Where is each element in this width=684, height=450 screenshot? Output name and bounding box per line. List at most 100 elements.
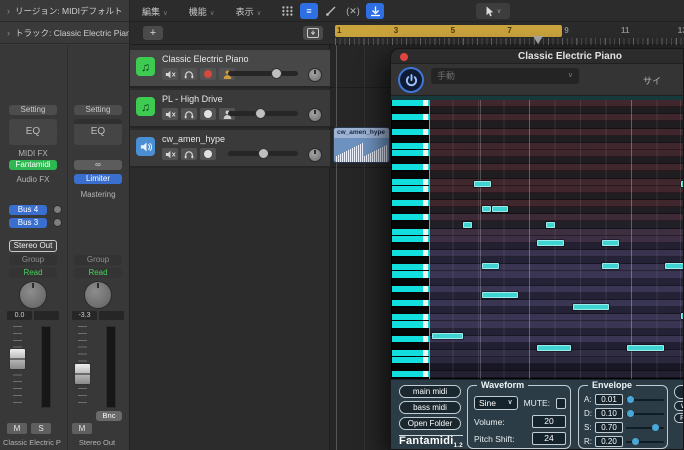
- white-key[interactable]: [392, 114, 429, 121]
- track-header-3[interactable]: cw_amen_hype: [130, 130, 330, 168]
- midi-note[interactable]: [482, 206, 491, 212]
- param-slider[interactable]: [626, 413, 664, 415]
- send-knob[interactable]: [53, 218, 62, 227]
- param-value[interactable]: 0.70: [595, 422, 623, 433]
- midi-note[interactable]: [681, 181, 683, 187]
- white-key[interactable]: [392, 357, 429, 364]
- midi-note[interactable]: [482, 263, 499, 269]
- volume-fader[interactable]: [74, 326, 122, 408]
- midi-in-icon[interactable]: [366, 3, 384, 19]
- output-slot[interactable]: Stereo Out: [9, 240, 57, 252]
- state-dot[interactable]: [200, 148, 216, 160]
- midi-note[interactable]: [573, 304, 609, 310]
- send-bus4[interactable]: Bus 4: [9, 205, 47, 215]
- automation-mode[interactable]: Read: [74, 268, 122, 278]
- mute-button[interactable]: M: [7, 423, 27, 434]
- close-icon[interactable]: [400, 53, 408, 61]
- white-key[interactable]: [392, 336, 429, 343]
- white-key[interactable]: [392, 150, 429, 157]
- instrument-slot[interactable]: Fantamidi: [9, 160, 57, 170]
- midi-note[interactable]: [474, 181, 491, 187]
- param-value[interactable]: 0.10: [595, 408, 623, 419]
- preset-selector[interactable]: 手動 ∨: [431, 68, 579, 84]
- eq-slot[interactable]: EQ: [74, 119, 122, 145]
- volume-slider[interactable]: [228, 151, 298, 156]
- midi-note[interactable]: [627, 345, 664, 351]
- track-inspector-row[interactable]: › トラック: Classic Electric Piano: [0, 22, 129, 44]
- side-button-3[interactable]: Ra: [674, 413, 684, 423]
- audio-region-clip[interactable]: cw_amen_hype: [333, 127, 390, 163]
- midi-note[interactable]: [537, 240, 564, 246]
- solo-button[interactable]: [181, 148, 197, 160]
- midi-note[interactable]: [602, 263, 619, 269]
- white-key[interactable]: [392, 236, 429, 243]
- black-key[interactable]: [392, 136, 429, 143]
- white-key[interactable]: [392, 143, 429, 150]
- note-grid[interactable]: [429, 100, 683, 379]
- send-bus3[interactable]: Bus 3: [9, 218, 47, 228]
- audio-fx-slot[interactable]: Audio FX: [9, 175, 57, 184]
- setting-button[interactable]: Setting: [74, 105, 122, 115]
- mute-checkbox[interactable]: [556, 398, 566, 409]
- white-key[interactable]: [392, 350, 429, 357]
- bass-midi-button[interactable]: bass midi: [399, 401, 461, 414]
- param-slider[interactable]: [626, 399, 664, 401]
- white-key[interactable]: [392, 300, 429, 307]
- param-value[interactable]: 0.20: [595, 436, 623, 447]
- wave-select[interactable]: Sine ∨: [474, 396, 518, 410]
- black-key[interactable]: [392, 329, 429, 336]
- black-key[interactable]: [392, 307, 429, 314]
- open-folder-button[interactable]: Open Folder: [399, 417, 461, 430]
- black-key[interactable]: [392, 171, 429, 178]
- power-button[interactable]: [398, 67, 424, 93]
- plugin-slot-limiter[interactable]: Limiter: [74, 174, 122, 184]
- slider-dot[interactable]: [632, 438, 639, 445]
- black-key[interactable]: [392, 364, 429, 371]
- pan-knob[interactable]: [308, 68, 322, 82]
- white-key[interactable]: [392, 321, 429, 328]
- midi-note[interactable]: [492, 206, 508, 212]
- white-key[interactable]: [392, 100, 429, 107]
- region-inspector-row[interactable]: › リージョン: MIDIデフォルト: [0, 0, 129, 22]
- black-key[interactable]: [392, 221, 429, 228]
- state-dot[interactable]: [200, 108, 216, 120]
- pan-value[interactable]: -3.3: [72, 311, 97, 320]
- plugin-slot-mastering[interactable]: Mastering: [74, 190, 122, 199]
- midi-note[interactable]: [463, 222, 472, 228]
- menu-機能[interactable]: 機能∨: [189, 5, 215, 18]
- white-key[interactable]: [392, 314, 429, 321]
- white-key[interactable]: [392, 200, 429, 207]
- midi-note[interactable]: [546, 222, 555, 228]
- pan-knob[interactable]: [308, 108, 322, 122]
- mute-button[interactable]: [162, 148, 178, 160]
- track-header-1[interactable]: ♫Classic Electric Piano: [130, 50, 330, 88]
- pan-knob[interactable]: [19, 281, 47, 309]
- volume-slider-thumb[interactable]: [255, 108, 266, 119]
- volume-slider[interactable]: [228, 111, 298, 116]
- midi-note[interactable]: [681, 313, 683, 319]
- main-midi-button[interactable]: main midi: [399, 385, 461, 398]
- black-key[interactable]: [392, 121, 429, 128]
- solo-button[interactable]: [181, 108, 197, 120]
- midi-note[interactable]: [537, 345, 571, 351]
- black-key[interactable]: [392, 343, 429, 350]
- fader-cap[interactable]: [9, 348, 26, 370]
- add-track-button[interactable]: +: [143, 26, 163, 40]
- midi-fx-slot[interactable]: MIDI FX: [9, 149, 57, 158]
- volume-slider-thumb[interactable]: [271, 68, 282, 79]
- volume-value[interactable]: 20: [532, 415, 566, 428]
- mute-button[interactable]: M: [72, 423, 92, 434]
- autopunch-icon[interactable]: (✕): [344, 3, 362, 19]
- white-key[interactable]: [392, 164, 429, 171]
- pan-value[interactable]: 0.0: [7, 311, 32, 320]
- volume-slider-thumb[interactable]: [258, 148, 269, 159]
- cycle-region[interactable]: [335, 25, 562, 37]
- white-key[interactable]: [392, 214, 429, 221]
- gain-value[interactable]: [34, 311, 59, 320]
- send-knob[interactable]: [53, 205, 62, 214]
- black-key[interactable]: [392, 157, 429, 164]
- gain-value[interactable]: [99, 311, 124, 320]
- import-button[interactable]: [303, 26, 323, 40]
- record-enable-button[interactable]: [200, 68, 216, 80]
- white-key[interactable]: [392, 264, 429, 271]
